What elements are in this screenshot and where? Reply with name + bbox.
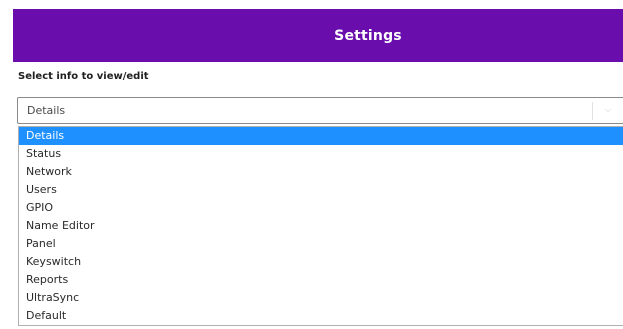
select-info-label: Select info to view/edit — [18, 71, 149, 82]
option-network[interactable]: Network — [19, 163, 623, 181]
option-users[interactable]: Users — [19, 181, 623, 199]
option-panel[interactable]: Panel — [19, 235, 623, 253]
option-gpio[interactable]: GPIO — [19, 199, 623, 217]
info-dropdown-list: Details Status Network Users GPIO Name E… — [18, 126, 623, 326]
info-select[interactable]: Details ⌵ — [17, 97, 623, 124]
option-reports[interactable]: Reports — [19, 271, 623, 289]
info-select-value: Details — [27, 104, 66, 117]
page-title: Settings — [334, 27, 402, 44]
select-divider — [592, 102, 593, 120]
option-ultrasync[interactable]: UltraSync — [19, 289, 623, 307]
option-status[interactable]: Status — [19, 145, 623, 163]
chevron-down-icon[interactable]: ⌵ — [605, 105, 611, 115]
option-details[interactable]: Details — [19, 127, 623, 145]
settings-header: Settings — [13, 9, 623, 62]
option-name-editor[interactable]: Name Editor — [19, 217, 623, 235]
option-keyswitch[interactable]: Keyswitch — [19, 253, 623, 271]
settings-page: Settings Select info to view/edit Detail… — [0, 0, 623, 329]
option-default[interactable]: Default — [19, 307, 623, 325]
